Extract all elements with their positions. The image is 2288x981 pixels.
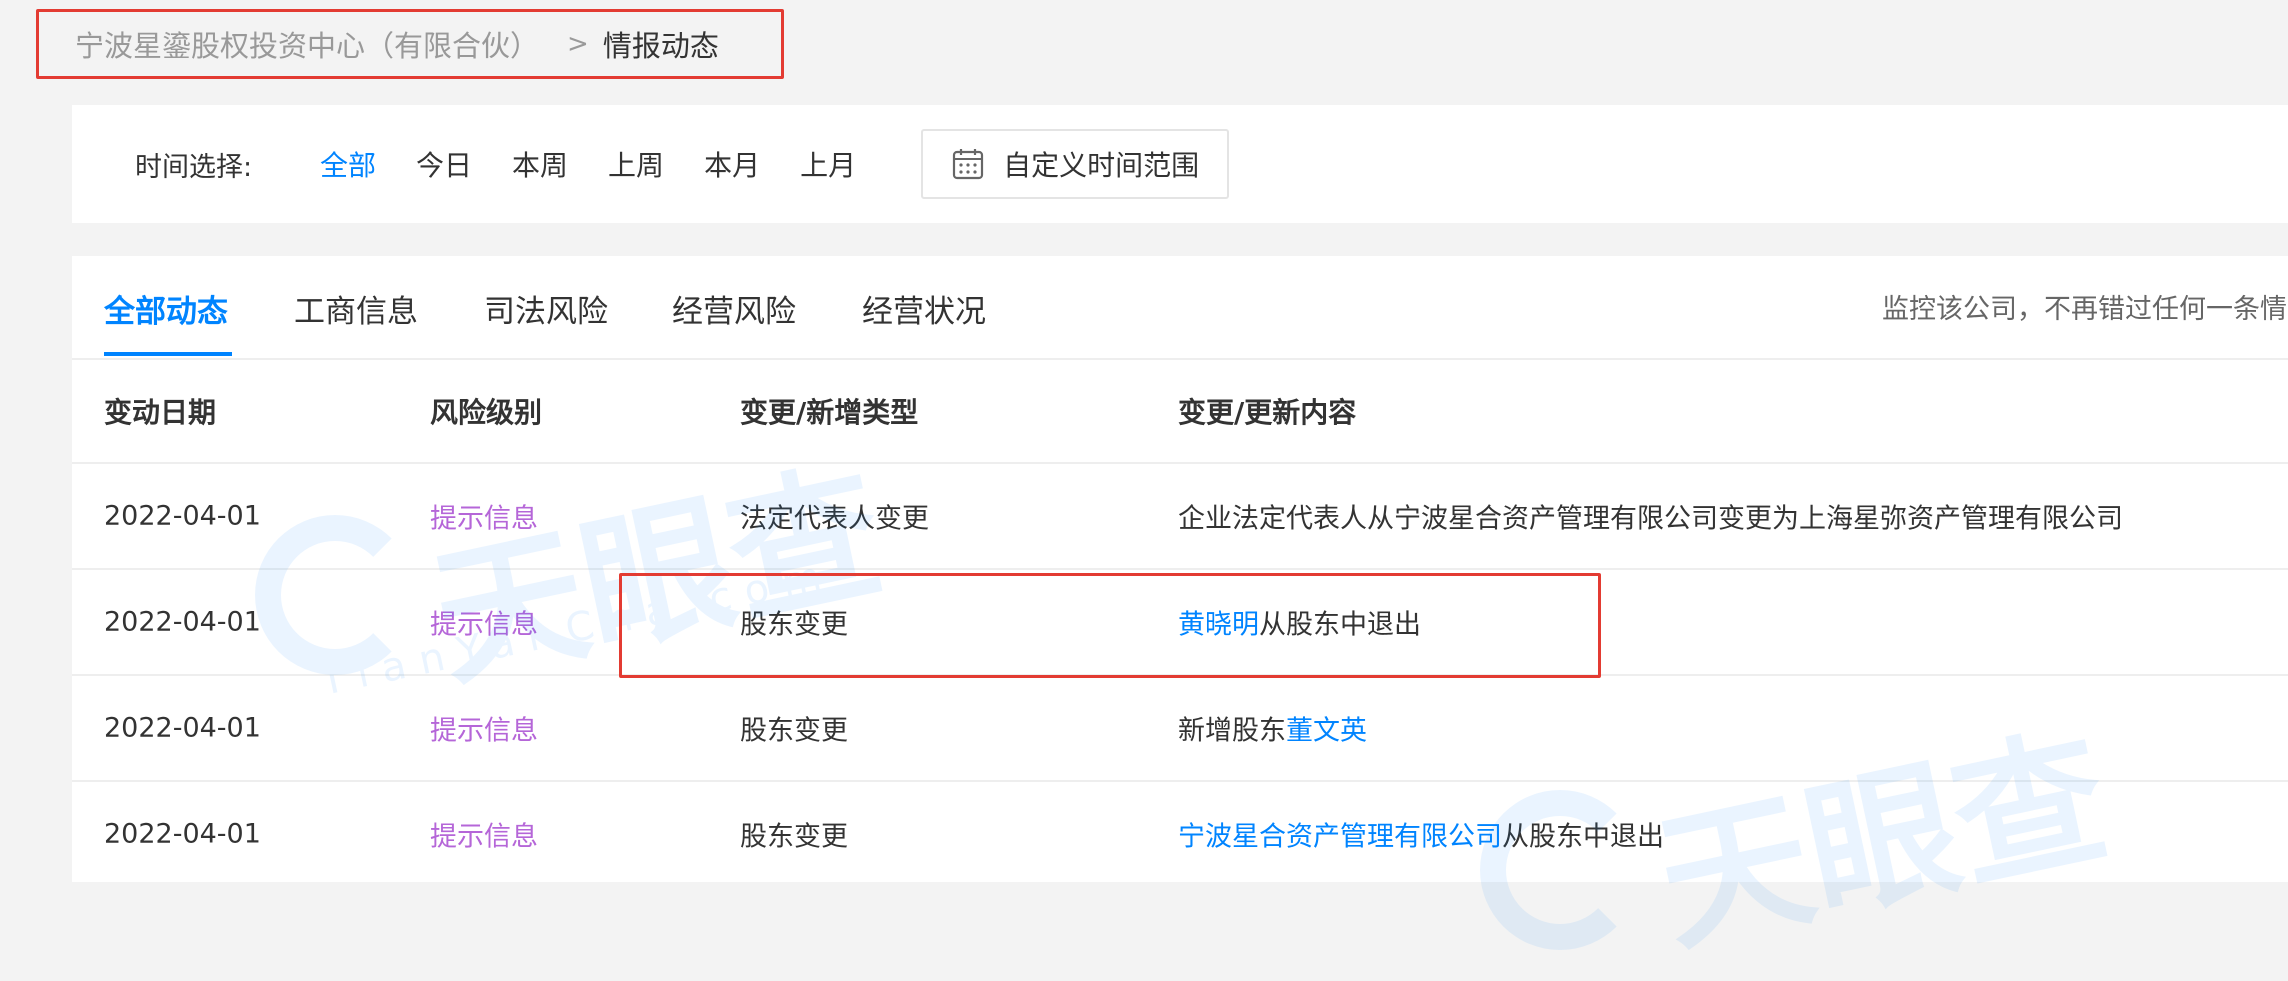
- content-text: 企业法定代表人从宁波星合资产管理有限公司变更为上海星弥资产管理有限公司: [1178, 503, 2123, 535]
- tab-all-updates[interactable]: 全部动态: [104, 286, 228, 331]
- content-text: 从股东中退出: [1259, 609, 1421, 641]
- risk-level-badge: 提示信息: [430, 821, 538, 853]
- change-content: 新增股东董文英: [1178, 709, 1367, 748]
- breadcrumb-current: 情报动态: [602, 29, 719, 63]
- time-filter-bar: 时间选择: 全部 今日 本周 上周 本月 上月 自定义时间范围: [72, 105, 2288, 223]
- content-text: 从股东中退出: [1502, 821, 1664, 853]
- active-tab-indicator: [104, 352, 232, 356]
- row-date: 2022-04-01: [104, 606, 261, 638]
- table-row: 2022-04-01 提示信息 股东变更 新增股东董文英: [72, 676, 2288, 782]
- row-date: 2022-04-01: [104, 818, 261, 850]
- breadcrumb: 宁波星鎏股权投资中心（有限合伙） > 情报动态: [36, 9, 784, 79]
- time-filter-all[interactable]: 全部: [320, 144, 376, 184]
- intelligence-panel: 全部动态 工商信息 司法风险 经营风险 经营状况 监控该公司，不再错过任何一条情…: [72, 256, 2288, 882]
- time-filter-this-week[interactable]: 本周: [512, 144, 568, 184]
- change-content: 黄晓明从股东中退出: [1178, 603, 1421, 642]
- shareholder-link[interactable]: 宁波星合资产管理有限公司: [1178, 822, 1502, 853]
- table-row: 2022-04-01 提示信息 股东变更 宁波星合资产管理有限公司从股东中退出: [72, 782, 2288, 882]
- change-content: 宁波星合资产管理有限公司从股东中退出: [1178, 815, 1664, 854]
- changes-table: 变动日期 风险级别 变更/新增类型 变更/更新内容 2022-04-01 提示信…: [72, 360, 2288, 882]
- table-row: 2022-04-01 提示信息 法定代表人变更 企业法定代表人从宁波星合资产管理…: [72, 464, 2288, 570]
- custom-time-range-label: 自定义时间范围: [1003, 149, 1200, 182]
- table-row: 2022-04-01 提示信息 股东变更 黄晓明从股东中退出: [72, 570, 2288, 676]
- custom-time-range-button[interactable]: 自定义时间范围: [921, 129, 1230, 199]
- row-date: 2022-04-01: [104, 500, 261, 532]
- breadcrumb-separator-icon: >: [567, 29, 589, 59]
- tab-operating-risk[interactable]: 经营风险: [672, 286, 796, 331]
- content-text: 新增股东: [1178, 715, 1286, 747]
- tab-judicial-risk[interactable]: 司法风险: [484, 286, 608, 331]
- risk-level-badge: 提示信息: [430, 503, 538, 535]
- change-type: 法定代表人变更: [740, 503, 929, 535]
- shareholder-link[interactable]: 董文英: [1286, 716, 1367, 747]
- header-change-date: 变动日期: [104, 396, 217, 429]
- calendar-icon: [952, 149, 984, 180]
- change-type: 股东变更: [740, 821, 848, 853]
- header-change-content: 变更/更新内容: [1178, 396, 1357, 429]
- time-filter-last-week[interactable]: 上周: [608, 144, 664, 184]
- time-filter-today[interactable]: 今日: [416, 144, 472, 184]
- change-content: 企业法定代表人从宁波星合资产管理有限公司变更为上海星弥资产管理有限公司: [1178, 497, 2123, 536]
- table-header: 变动日期 风险级别 变更/新增类型 变更/更新内容: [72, 360, 2288, 464]
- breadcrumb-company-link[interactable]: 宁波星鎏股权投资中心（有限合伙）: [75, 23, 539, 65]
- tab-business-info[interactable]: 工商信息: [294, 286, 418, 331]
- header-risk-level: 风险级别: [430, 396, 543, 429]
- header-change-type: 变更/新增类型: [740, 396, 919, 429]
- time-filter-label: 时间选择:: [135, 151, 253, 183]
- change-type: 股东变更: [740, 715, 848, 747]
- change-type: 股东变更: [740, 609, 848, 641]
- shareholder-link[interactable]: 黄晓明: [1178, 610, 1259, 641]
- tab-bar: 全部动态 工商信息 司法风险 经营风险 经营状况 监控该公司，不再错过任何一条情: [72, 256, 2288, 360]
- risk-level-badge: 提示信息: [430, 715, 538, 747]
- row-date: 2022-04-01: [104, 712, 261, 744]
- monitor-company-prompt[interactable]: 监控该公司，不再错过任何一条情: [1882, 287, 2287, 326]
- risk-level-badge: 提示信息: [430, 609, 538, 641]
- time-filter-last-month[interactable]: 上月: [800, 144, 856, 184]
- time-filter-this-month[interactable]: 本月: [704, 144, 760, 184]
- tab-operating-status[interactable]: 经营状况: [862, 286, 986, 331]
